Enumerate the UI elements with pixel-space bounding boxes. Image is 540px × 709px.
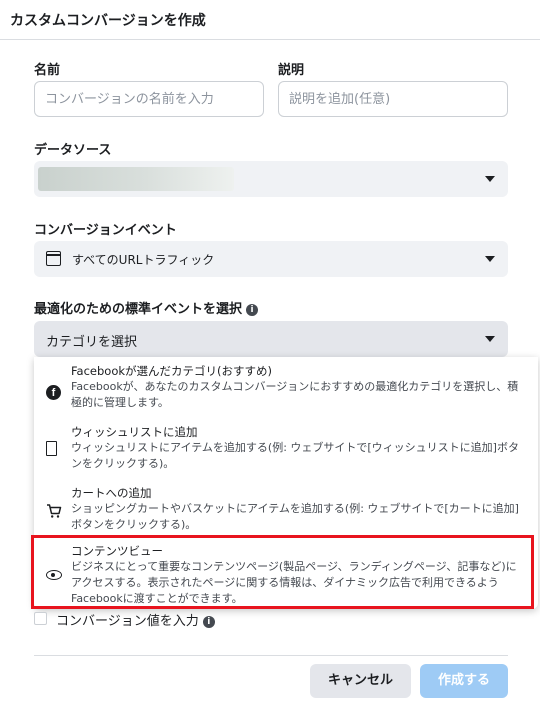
description-input[interactable] [278, 81, 508, 117]
info-icon[interactable]: i [202, 616, 215, 628]
conversion-event-label: コンバージョンイベント [34, 223, 177, 238]
chevron-down-icon [485, 256, 495, 262]
category-dropdown: f Facebookが選んだカテゴリ(おすすめ) Facebookが、あなたのカ… [34, 357, 538, 609]
cancel-button[interactable]: キャンセル [310, 664, 411, 698]
option-description: Facebookが、あなたのカスタムコンバージョンにおすすめの最適化カテゴリを選… [71, 380, 519, 409]
option-title: Facebookが選んだカテゴリ(おすすめ) [71, 364, 273, 378]
info-icon[interactable]: i [246, 304, 259, 316]
option-title: コンテンツビュー [71, 544, 163, 558]
option-description: ウィッシュリストにアイテムを追加する(例: ウェブサイトで[ウィッシュリストに追… [71, 441, 519, 470]
conversion-value-label-text: コンバージョン値を入力 [56, 614, 199, 629]
eye-icon [46, 570, 62, 580]
facebook-icon: f [46, 385, 61, 400]
conversion-event-select[interactable]: すべてのURLトラフィック [34, 241, 508, 277]
dialog-title: カスタムコンバージョンを作成 [10, 13, 206, 29]
chevron-down-icon [485, 176, 495, 182]
cart-icon [47, 504, 62, 518]
conversion-value-label: コンバージョン値を入力 i [56, 610, 215, 629]
create-button[interactable]: 作成する [420, 664, 508, 698]
bookmark-icon [46, 441, 57, 456]
category-select-value: カテゴリを選択 [46, 335, 138, 350]
datasource-label: データソース [34, 143, 112, 158]
option-title: ウィッシュリストに追加 [71, 425, 198, 439]
optimize-label-text: 最適化のための標準イベントを選択 [34, 302, 243, 317]
category-select[interactable]: カテゴリを選択 [34, 321, 508, 357]
dropdown-option-add-to-cart[interactable]: カートへの追加 ショッピングカートやバスケットにアイテムを追加する(例: ウェブ… [34, 485, 538, 537]
dialog-header: カスタムコンバージョンを作成 [0, 0, 540, 40]
dropdown-option-facebook-recommended[interactable]: f Facebookが選んだカテゴリ(おすすめ) Facebookが、あなたのカ… [34, 363, 538, 415]
option-title: カートへの追加 [71, 486, 152, 500]
dropdown-option-content-view[interactable]: コンテンツビュー ビジネスにとって重要なコンテンツページ(製品ページ、ランディン… [34, 543, 538, 609]
optimize-label: 最適化のための標準イベントを選択 i [34, 298, 259, 317]
name-label: 名前 [34, 63, 61, 78]
datasource-value-redacted [38, 167, 234, 191]
description-label: 説明 [278, 63, 305, 78]
chevron-down-icon [485, 336, 495, 342]
datasource-select[interactable] [34, 161, 508, 197]
dropdown-option-add-to-wishlist[interactable]: ウィッシュリストに追加 ウィッシュリストにアイテムを追加する(例: ウェブサイト… [34, 424, 538, 476]
option-description: ショッピングカートやバスケットにアイテムを追加する(例: ウェブサイトで[カート… [71, 502, 519, 531]
calendar-icon [46, 251, 61, 266]
conversion-value-checkbox[interactable] [34, 612, 47, 625]
conversion-event-value: すべてのURLトラフィック [72, 253, 215, 267]
name-input[interactable] [34, 81, 264, 117]
footer-divider [34, 655, 508, 656]
option-description: ビジネスにとって重要なコンテンツページ(製品ページ、ランディングページ、記事など… [71, 560, 517, 605]
